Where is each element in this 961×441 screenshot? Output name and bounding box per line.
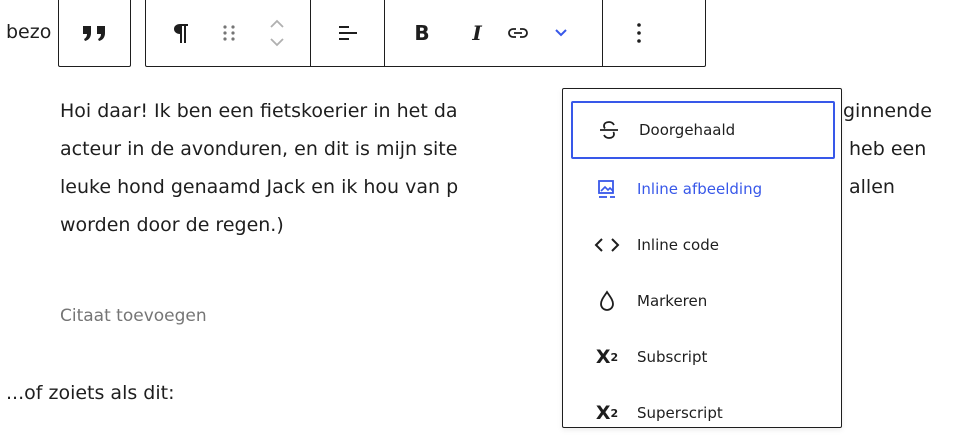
code-icon (591, 235, 623, 255)
citation-placeholder[interactable]: Citaat toevoegen (60, 303, 207, 329)
bold-button[interactable]: B (385, 0, 459, 66)
link-icon (507, 26, 529, 40)
paragraph-top-text: bezo (6, 21, 52, 43)
quote-line: worden door de regen.) (60, 206, 458, 244)
menu-item-label: Subscript (637, 348, 708, 366)
more-formatting-button[interactable] (541, 0, 581, 66)
more-formatting-dropdown: Doorgehaald Inline afbeelding Inline cod… (562, 88, 842, 428)
quote-line-right: allen (849, 176, 895, 198)
menu-item-doorgehaald[interactable]: Doorgehaald (571, 101, 835, 159)
menu-item-inline-code[interactable]: Inline code (571, 217, 833, 273)
block-type-toolbar (58, 0, 131, 67)
menu-item-label: Inline code (637, 236, 719, 254)
inline-image-icon (591, 177, 623, 201)
quote-block[interactable]: Hoi daar! Ik ben een fietskoerier in het… (60, 92, 932, 244)
next-paragraph[interactable]: ...of zoiets als dit: (6, 379, 174, 407)
options-button[interactable] (603, 0, 675, 66)
options-icon (636, 22, 642, 44)
quote-icon (81, 22, 109, 44)
menu-item-markeren[interactable]: Markeren (571, 273, 833, 329)
quote-line-left: acteur in de avonduren, en dit is mijn s… (60, 138, 458, 160)
paragraph-icon (170, 21, 190, 45)
menu-item-inline-afbeelding[interactable]: Inline afbeelding (571, 161, 833, 217)
block-toolbar: B I (145, 0, 706, 67)
menu-item-label: Inline afbeelding (637, 180, 763, 198)
quote-line: Hoi daar! Ik ben een fietskoerier in het… (60, 92, 932, 130)
quote-line: leuke hond genaamd Jack en ik hou van p a… (60, 168, 895, 206)
quote-line-left: leuke hond genaamd Jack en ik hou van p (60, 176, 459, 198)
highlight-drop-icon (591, 289, 623, 313)
block-type-button[interactable] (59, 0, 130, 66)
link-button[interactable] (495, 0, 541, 66)
menu-item-label: Superscript (637, 404, 723, 422)
italic-icon: I (472, 20, 482, 45)
quote-line-left: worden door de regen.) (60, 214, 284, 236)
subscript-icon: X2 (595, 346, 619, 368)
quote-line-left: Hoi daar! Ik ben een fietskoerier in het… (60, 100, 458, 122)
quote-line-right: ginnende (843, 100, 932, 122)
drag-handle-icon (222, 23, 236, 43)
menu-item-subscript[interactable]: X2 Subscript (571, 329, 833, 385)
strikethrough-icon (593, 118, 625, 142)
align-icon (336, 21, 360, 45)
more-formatting-chevron-icon (554, 28, 568, 38)
quote-line: acteur in de avonduren, en dit is mijn s… (60, 130, 926, 168)
move-buttons[interactable] (244, 0, 310, 66)
quote-line-right: heb een (849, 138, 927, 160)
menu-item-superscript[interactable]: X2 Superscript (571, 385, 833, 441)
menu-item-label: Doorgehaald (639, 121, 736, 139)
align-button[interactable] (311, 0, 384, 66)
drag-handle[interactable] (214, 0, 244, 66)
italic-button[interactable]: I (459, 0, 495, 66)
superscript-icon: X2 (595, 402, 619, 424)
move-up-down-icon (268, 16, 286, 50)
menu-item-label: Markeren (637, 292, 708, 310)
bold-icon: B (414, 20, 430, 45)
paragraph-button[interactable] (146, 0, 214, 66)
